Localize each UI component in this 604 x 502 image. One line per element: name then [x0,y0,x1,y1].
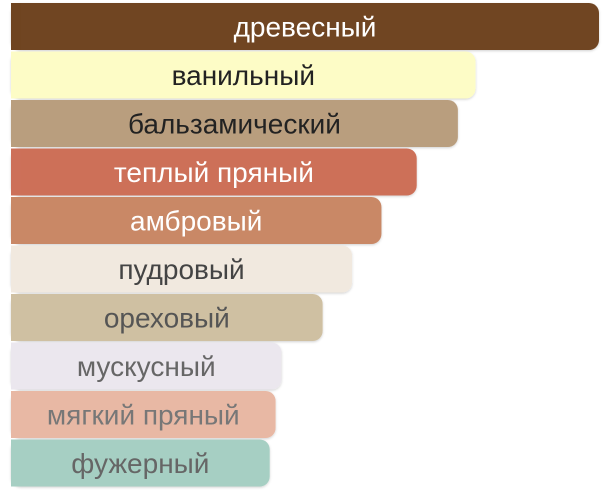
bar-left-edge-7 [11,342,21,390]
bar-label-5: пудровый [118,254,244,285]
bar-left-edge-3 [11,148,21,196]
bar-left-edge-8 [11,391,21,438]
bar-left-edge-6 [11,294,21,341]
bar-left-edge-4 [11,197,21,244]
bar-left-edge-2 [11,100,21,147]
bar-label-8: мягкий пряный [47,400,240,431]
bar-label-7: мускусный [77,351,216,382]
bar-left-edge-1 [11,51,21,99]
bar-label-3: теплый пряный [114,157,314,188]
bar-label-6: ореховый [104,303,230,334]
bar-label-4: амбровый [130,206,262,237]
bar-label-0: древесный [234,12,377,43]
bar-left-edge-9 [11,439,21,487]
bar-label-2: бальзамический [128,109,341,140]
bar-left-edge-0 [11,3,21,50]
bar-label-1: ванильный [172,60,315,91]
accord-bar-chart: древесный ванильный бальзамический теплый п… [11,3,599,487]
bar-label-9: фужерный [71,448,209,479]
bar-left-edge-5 [11,245,21,293]
